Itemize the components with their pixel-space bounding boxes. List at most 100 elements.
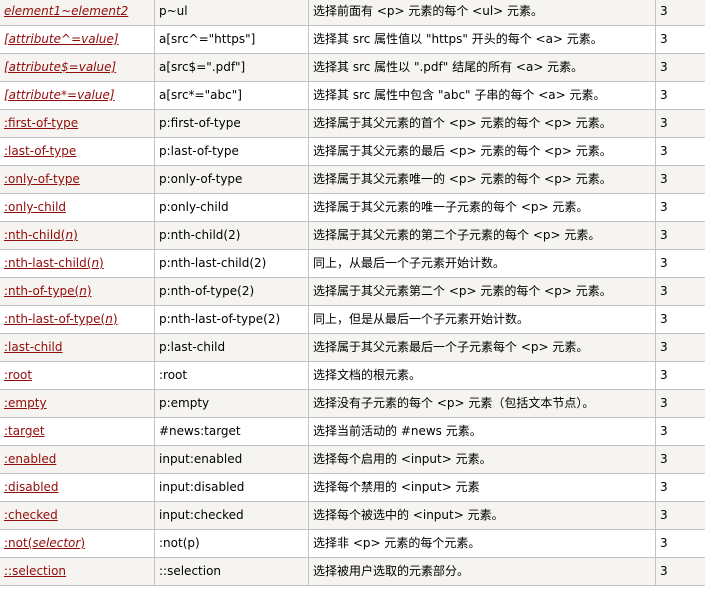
description-cell: 选择文档的根元素。 — [308, 361, 656, 390]
selector-link[interactable]: :target — [4, 424, 45, 438]
selector-link[interactable]: [attribute^=value] — [4, 32, 119, 46]
selector-link[interactable]: [attribute$=value] — [4, 60, 116, 74]
selector-link[interactable]: :only-of-type — [4, 172, 80, 186]
selector-link[interactable]: :not(selector) — [4, 536, 85, 550]
selector-link[interactable]: :only-child — [4, 200, 66, 214]
selector-link[interactable]: :last-of-type — [4, 144, 76, 158]
selector-link[interactable]: :nth-last-of-type(n) — [4, 312, 118, 326]
example-cell: p:nth-last-child(2) — [154, 249, 309, 278]
selector-link[interactable]: :first-of-type — [4, 116, 78, 130]
example-cell: p:first-of-type — [154, 109, 309, 138]
example-cell: input:enabled — [154, 445, 309, 474]
selector-cell: :enabled — [0, 445, 155, 474]
description-cell: 同上，从最后一个子元素开始计数。 — [308, 249, 656, 278]
selector-link-part: :last-of-type — [4, 144, 77, 158]
selector-link-part: :nth-child( — [4, 228, 66, 242]
selector-link[interactable]: :empty — [4, 396, 47, 410]
description-cell: 选择其 src 属性以 ".pdf" 结尾的所有 <a> 元素。 — [308, 53, 656, 82]
selector-link-part: ) — [99, 256, 104, 270]
table-row: :nth-child(n) p:nth-child(2) 选择属于其父元素的第二个子… — [0, 221, 705, 250]
table-row: :nth-last-of-type(n) p:nth-last-of-type(2… — [0, 305, 705, 334]
description-cell: 选择被用户选取的元素部分。 — [308, 557, 656, 586]
selector-link-part: :first-of-type — [4, 116, 79, 130]
css-version-cell: 3 — [655, 557, 705, 586]
selector-cell: :disabled — [0, 473, 155, 502]
example-cell: p:last-child — [154, 333, 309, 362]
css-version-cell: 3 — [655, 221, 705, 250]
selector-link-part: :checked — [4, 508, 58, 522]
example-cell: p:only-of-type — [154, 165, 309, 194]
selector-cell: :only-child — [0, 193, 155, 222]
selector-link[interactable]: :nth-child(n) — [4, 228, 78, 242]
css-version-cell: 3 — [655, 109, 705, 138]
example-cell: p:nth-last-of-type(2) — [154, 305, 309, 334]
selector-link[interactable]: :disabled — [4, 480, 59, 494]
selector-cell: :last-of-type — [0, 137, 155, 166]
table-row: :target #news:target 选择当前活动的 #news 元素。 3 — [0, 417, 705, 446]
example-cell: #news:target — [154, 417, 309, 446]
description-cell: 选择前面有 <p> 元素的每个 <ul> 元素。 — [308, 0, 656, 26]
selector-cell: :target — [0, 417, 155, 446]
selector-link-italic-part: n — [91, 256, 100, 270]
selector-link-italic-part: [attribute$=value] — [4, 60, 117, 74]
table-row: :nth-last-child(n) p:nth-last-child(2) 同上，… — [0, 249, 705, 278]
table-row: :first-of-type p:first-of-type 选择属于其父元素的首个… — [0, 109, 705, 138]
description-cell: 选择属于其父元素的最后 <p> 元素的每个 <p> 元素。 — [308, 137, 656, 166]
css-version-cell: 3 — [655, 501, 705, 530]
selector-link-part: :only-child — [4, 200, 67, 214]
selector-link[interactable]: :checked — [4, 508, 58, 522]
table-row: :not(selector):not(p) 选择非 <p> 元素的每个元素。 3 — [0, 529, 705, 558]
description-cell: 选择每个启用的 <input> 元素。 — [308, 445, 656, 474]
description-cell: 选择属于其父元素唯一的 <p> 元素的每个 <p> 元素。 — [308, 165, 656, 194]
css-version-cell: 3 — [655, 473, 705, 502]
description-cell: 选择属于其父元素的唯一子元素的每个 <p> 元素。 — [308, 193, 656, 222]
selector-link-italic-part: n — [65, 228, 74, 242]
selector-link-part: ) — [86, 284, 92, 298]
selector-cell: [attribute$=value] — [0, 53, 155, 82]
example-cell: p:nth-child(2) — [154, 221, 309, 250]
description-cell: 选择其 src 属性值以 "https" 开头的每个 <a> 元素。 — [308, 25, 656, 54]
table-row: [attribute*=value] a[src*="abc"] 选择其 src 属… — [0, 81, 705, 110]
css-version-cell: 3 — [655, 25, 705, 54]
description-cell: 选择当前活动的 #news 元素。 — [308, 417, 656, 446]
selector-link-part: :not( — [4, 536, 33, 550]
selector-link[interactable]: :root — [4, 368, 32, 382]
example-cell: a[src*="abc"] — [154, 81, 309, 110]
css-version-cell: 3 — [655, 81, 705, 110]
table-row: :checked input:checked 选择每个被选中的 <input> 元素… — [0, 501, 705, 530]
selector-link-part: :nth-last-of-type( — [4, 312, 106, 326]
example-cell: a[src$=".pdf"] — [154, 53, 309, 82]
selector-link-part: :empty — [4, 396, 47, 410]
table-row: :disabled input:disabled 选择每个禁用的 <input> 元… — [0, 473, 705, 502]
selector-link-part: :nth-last-child( — [4, 256, 92, 270]
description-cell: 选择没有子元素的每个 <p> 元素（包括文本节点）。 — [308, 389, 656, 418]
selector-link[interactable]: :enabled — [4, 452, 56, 466]
table-row: :only-of-type p:only-of-type 选择属于其父元素唯一的 <… — [0, 165, 705, 194]
selector-link[interactable]: :nth-of-type(n) — [4, 284, 92, 298]
description-cell: 同上，但是从最后一个子元素开始计数。 — [308, 305, 656, 334]
selector-cell: :nth-last-of-type(n) — [0, 305, 155, 334]
selector-cell: element1~element2 — [0, 0, 155, 26]
selector-link-part: ) — [80, 536, 86, 550]
description-cell: 选择属于其父元素最后一个子元素每个 <p> 元素。 — [308, 333, 656, 362]
selector-link[interactable]: ::selection — [4, 564, 66, 578]
css-version-cell: 3 — [655, 445, 705, 474]
example-cell: input:disabled — [154, 473, 309, 502]
selector-link[interactable]: :last-child — [4, 340, 63, 354]
css-version-cell: 3 — [655, 193, 705, 222]
selector-link-part: ) — [73, 228, 78, 242]
selector-link-italic-part: [attribute^=value] — [4, 32, 119, 46]
selector-link[interactable]: [attribute*=value] — [4, 88, 115, 102]
selector-cell: :empty — [0, 389, 155, 418]
selector-link[interactable]: :nth-last-child(n) — [4, 256, 104, 270]
selector-link[interactable]: element1~element2 — [4, 4, 128, 18]
table-row: element1~element2 p~ul 选择前面有 <p> 元素的每个 <ul… — [0, 0, 705, 26]
description-cell: 选择每个被选中的 <input> 元素。 — [308, 501, 656, 530]
selector-link-italic-part: [attribute*=value] — [4, 88, 115, 102]
example-cell: input:checked — [154, 501, 309, 530]
table-row: [attribute$=value] a[src$=".pdf"] 选择其 src … — [0, 53, 705, 82]
css-version-cell: 3 — [655, 249, 705, 278]
example-cell: :root — [154, 361, 309, 390]
table-row: :only-child p:only-child 选择属于其父元素的唯一子元素的每个… — [0, 193, 705, 222]
selector-cell: :first-of-type — [0, 109, 155, 138]
